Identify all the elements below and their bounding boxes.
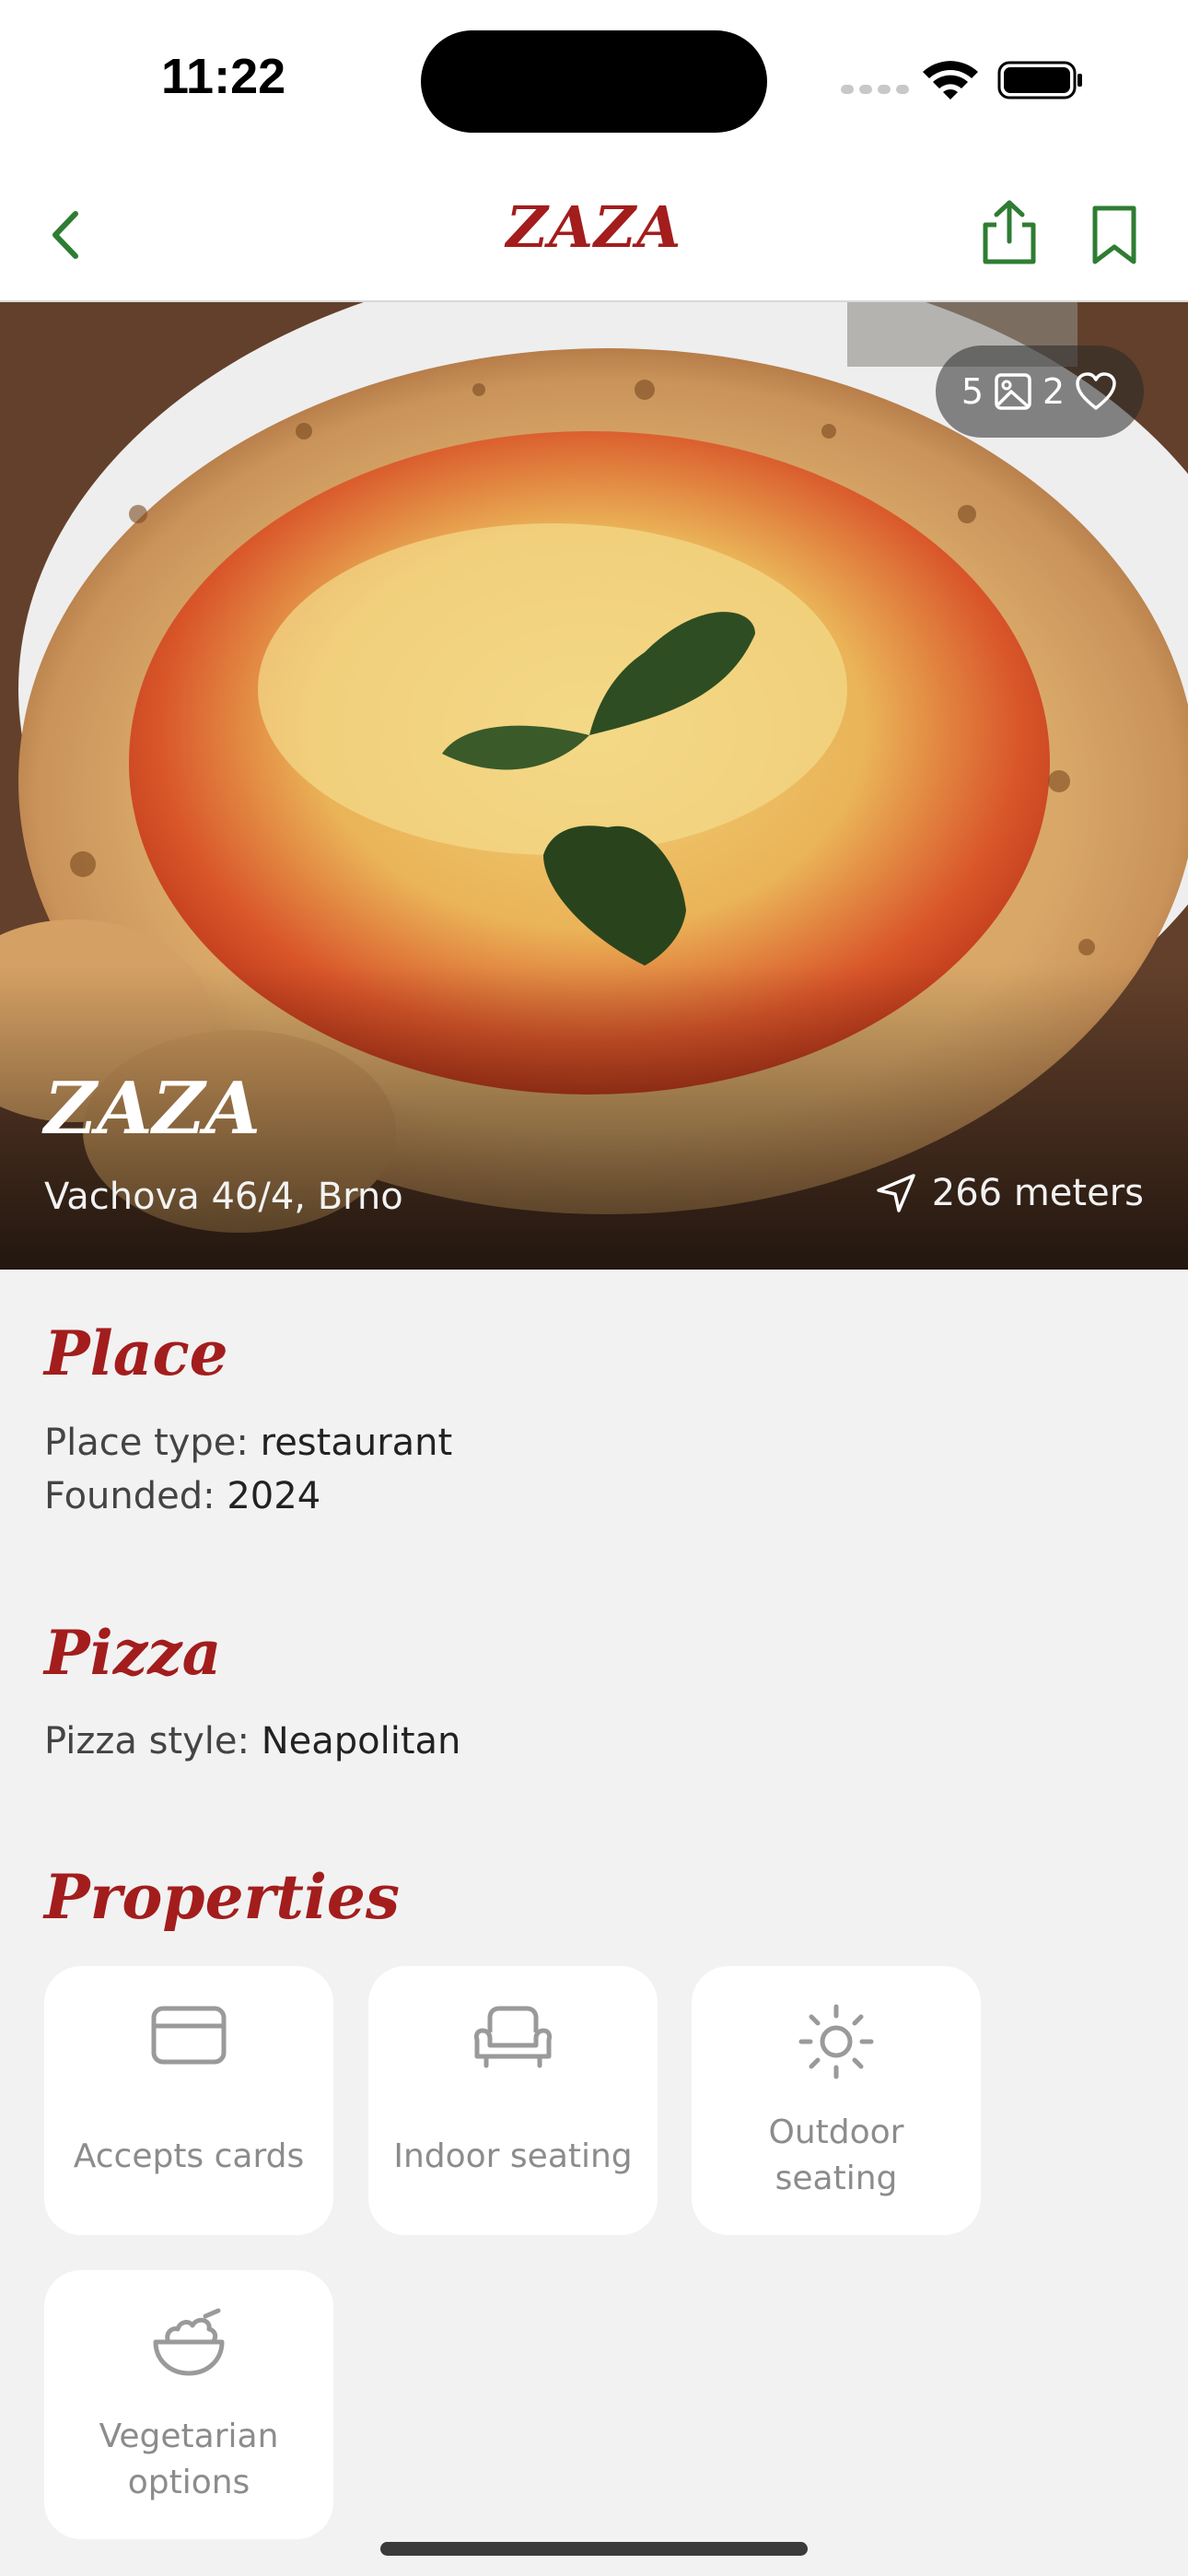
founded-line: Founded: 2024 xyxy=(44,1475,320,1517)
heart-icon[interactable] xyxy=(1074,371,1118,412)
hero-photo[interactable]: 5 2 ZAZA Vachova 46/4, Brno 266 meters xyxy=(0,302,1188,1270)
salad-bowl-icon xyxy=(153,2308,225,2376)
sun-icon xyxy=(798,2004,874,2079)
image-icon xyxy=(995,373,1031,410)
location-arrow-icon xyxy=(877,1174,915,1212)
battery-icon xyxy=(997,61,1082,100)
property-label: Outdoor seating xyxy=(768,2113,904,2197)
place-name: ZAZA xyxy=(44,1067,261,1151)
place-type-label: Place type: xyxy=(44,1422,249,1464)
founded-value: 2024 xyxy=(227,1475,321,1517)
dynamic-island xyxy=(421,30,767,133)
status-bar: 11:22 xyxy=(0,0,1188,166)
like-count: 2 xyxy=(1042,371,1066,412)
property-label: Accepts cards xyxy=(73,2137,305,2175)
property-card-outdoor-seating[interactable]: Outdoor seating xyxy=(692,1966,981,2235)
property-label: Indoor seating xyxy=(393,2137,633,2175)
navigation-bar: ZAZA xyxy=(0,166,1188,302)
place-type-value: restaurant xyxy=(260,1422,453,1464)
pizza-style-line: Pizza style: Neapolitan xyxy=(44,1720,460,1762)
share-button[interactable] xyxy=(974,197,1044,267)
sofa-icon xyxy=(473,2006,553,2068)
wifi-icon xyxy=(923,61,978,100)
place-address: Vachova 46/4, Brno xyxy=(44,1176,403,1218)
credit-card-icon xyxy=(151,2006,227,2065)
distance-text: 266 meters xyxy=(931,1172,1144,1214)
founded-label: Founded: xyxy=(44,1475,215,1517)
property-card-accepts-cards[interactable]: Accepts cards xyxy=(44,1966,333,2235)
property-card-vegetarian-options[interactable]: Vegetarian options xyxy=(44,2270,333,2539)
photo-count: 5 xyxy=(961,371,984,412)
property-card-indoor-seating[interactable]: Indoor seating xyxy=(368,1966,658,2235)
place-type-line: Place type: restaurant xyxy=(44,1422,452,1464)
section-title-place: Place xyxy=(44,1317,228,1389)
photo-like-counts[interactable]: 5 2 xyxy=(936,345,1144,438)
bookmark-button[interactable] xyxy=(1082,203,1147,267)
pizza-style-label: Pizza style: xyxy=(44,1720,250,1762)
home-indicator[interactable] xyxy=(380,2542,808,2556)
distance-info[interactable]: 266 meters xyxy=(875,1172,1144,1214)
pizza-style-value: Neapolitan xyxy=(261,1720,461,1762)
property-label: Vegetarian options xyxy=(99,2418,279,2501)
status-time: 11:22 xyxy=(161,49,286,104)
section-title-properties: Properties xyxy=(44,1861,401,1933)
section-title-pizza: Pizza xyxy=(44,1617,222,1689)
signal-icon xyxy=(841,85,909,94)
